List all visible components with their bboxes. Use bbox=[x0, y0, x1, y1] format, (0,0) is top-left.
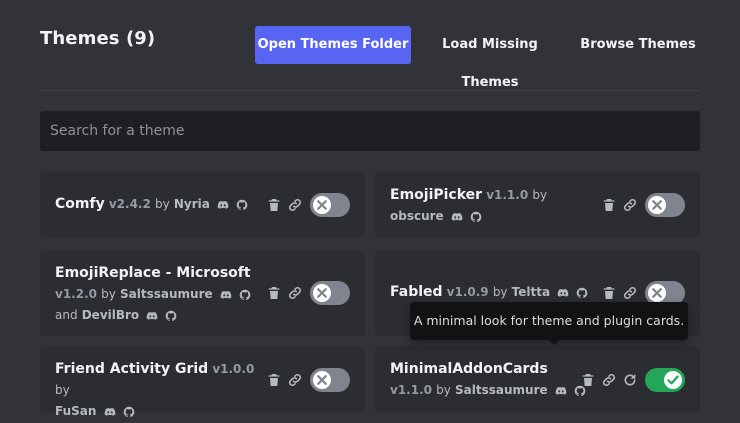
theme-name: MinimalAddonCards bbox=[390, 361, 548, 377]
check-icon bbox=[664, 371, 682, 389]
link-icon[interactable] bbox=[287, 285, 303, 301]
theme-info: Fabled v1.0.9 by Teltta bbox=[390, 282, 595, 303]
theme-card-emojireplace: EmojiReplace - Microsoft v1.2.0 by Salts… bbox=[40, 250, 365, 336]
reload-icon[interactable] bbox=[622, 372, 638, 388]
theme-controls bbox=[580, 368, 685, 392]
theme-author[interactable]: Saltssaumure bbox=[455, 383, 548, 397]
theme-author[interactable]: Saltssaumure bbox=[120, 287, 213, 301]
github-icon[interactable] bbox=[123, 406, 135, 418]
theme-info: EmojiReplace - Microsoft v1.2.0 by Salts… bbox=[55, 263, 260, 326]
theme-name: Comfy bbox=[55, 196, 105, 212]
theme-version: v1.0.0 bbox=[212, 362, 255, 376]
theme-name: EmojiReplace - Microsoft bbox=[55, 265, 251, 281]
x-icon bbox=[313, 196, 331, 214]
theme-toggle[interactable] bbox=[645, 368, 685, 392]
github-icon[interactable] bbox=[576, 287, 588, 299]
theme-version: v1.1.0 bbox=[486, 188, 529, 202]
toggle-knob bbox=[648, 196, 666, 214]
github-icon[interactable] bbox=[239, 289, 251, 301]
theme-info: Friend Activity Grid v1.0.0 by FuSan bbox=[55, 359, 260, 422]
theme-controls bbox=[266, 368, 350, 392]
x-icon bbox=[313, 284, 331, 302]
by-label: by bbox=[436, 383, 451, 397]
browse-themes-button[interactable]: Browse Themes bbox=[578, 26, 698, 64]
discord-icon[interactable] bbox=[146, 310, 158, 322]
link-icon[interactable] bbox=[622, 285, 638, 301]
toggle-knob bbox=[313, 284, 331, 302]
discord-icon[interactable] bbox=[220, 289, 232, 301]
and-label: and bbox=[55, 308, 78, 322]
tooltip-arrow bbox=[549, 340, 559, 345]
theme-version: v1.2.0 bbox=[55, 287, 97, 301]
theme-name: Fabled bbox=[390, 284, 443, 300]
theme-name: Friend Activity Grid bbox=[55, 361, 209, 377]
theme-toggle[interactable] bbox=[310, 193, 350, 217]
load-missing-themes-button[interactable]: Load Missing Themes bbox=[420, 26, 560, 90]
search-input[interactable]: Search for a theme bbox=[40, 111, 700, 151]
theme-version: v1.1.0 bbox=[390, 383, 432, 397]
theme-controls bbox=[266, 281, 350, 305]
trash-icon[interactable] bbox=[601, 285, 617, 301]
discord-icon[interactable] bbox=[217, 199, 229, 211]
tooltip: A minimal look for theme and plugin card… bbox=[410, 302, 688, 340]
theme-version: v1.0.9 bbox=[446, 285, 489, 299]
trash-icon[interactable] bbox=[266, 197, 282, 213]
theme-toggle[interactable] bbox=[310, 281, 350, 305]
theme-controls bbox=[601, 193, 685, 217]
theme-info: MinimalAddonCards v1.1.0 by Saltssaumure bbox=[390, 359, 595, 401]
theme-info: Comfy v2.4.2 by Nyria bbox=[55, 194, 260, 215]
x-icon bbox=[648, 196, 666, 214]
theme-card-friend-activity-grid: Friend Activity Grid v1.0.0 by FuSan bbox=[40, 346, 365, 418]
theme-toggle[interactable] bbox=[645, 193, 685, 217]
trash-icon[interactable] bbox=[266, 372, 282, 388]
by-label: by bbox=[532, 188, 548, 202]
by-label: by bbox=[101, 287, 116, 301]
theme-author[interactable]: FuSan bbox=[55, 404, 96, 418]
theme-name: EmojiPicker bbox=[390, 187, 483, 203]
theme-toggle[interactable] bbox=[310, 368, 350, 392]
header-divider bbox=[40, 90, 700, 91]
theme-author-2[interactable]: DevilBro bbox=[82, 308, 139, 322]
page-title: Themes (9) bbox=[40, 28, 156, 49]
theme-version: v2.4.2 bbox=[108, 197, 151, 211]
by-label: by bbox=[492, 285, 508, 299]
page-header: Themes (9) Open Themes Folder Load Missi… bbox=[40, 26, 700, 90]
trash-icon[interactable] bbox=[266, 285, 282, 301]
x-icon bbox=[313, 371, 331, 389]
theme-controls bbox=[266, 193, 350, 217]
by-label: by bbox=[55, 383, 70, 397]
theme-author[interactable]: Nyria bbox=[174, 197, 210, 211]
theme-author[interactable]: Teltta bbox=[512, 285, 550, 299]
trash-icon[interactable] bbox=[580, 372, 596, 388]
discord-icon[interactable] bbox=[555, 385, 567, 397]
trash-icon[interactable] bbox=[601, 197, 617, 213]
toggle-knob bbox=[313, 196, 331, 214]
toggle-knob bbox=[648, 284, 666, 302]
theme-card-emojipicker: EmojiPicker v1.1.0 by obscure bbox=[375, 171, 700, 238]
theme-card-minimaladdoncards: MinimalAddonCards v1.1.0 by Saltssaumure bbox=[375, 346, 700, 413]
toggle-knob bbox=[664, 371, 682, 389]
link-icon[interactable] bbox=[622, 197, 638, 213]
link-icon[interactable] bbox=[287, 372, 303, 388]
github-icon[interactable] bbox=[165, 310, 177, 322]
github-icon[interactable] bbox=[236, 199, 248, 211]
link-icon[interactable] bbox=[601, 372, 617, 388]
toggle-knob bbox=[313, 371, 331, 389]
theme-info: EmojiPicker v1.1.0 by obscure bbox=[390, 185, 595, 227]
theme-author[interactable]: obscure bbox=[390, 209, 444, 223]
x-icon bbox=[648, 284, 666, 302]
discord-icon[interactable] bbox=[451, 211, 463, 223]
by-label: by bbox=[154, 197, 170, 211]
theme-card-comfy: Comfy v2.4.2 by Nyria bbox=[40, 171, 365, 238]
discord-icon[interactable] bbox=[104, 406, 116, 418]
discord-icon[interactable] bbox=[557, 287, 569, 299]
link-icon[interactable] bbox=[287, 197, 303, 213]
github-icon[interactable] bbox=[470, 211, 482, 223]
open-themes-folder-button[interactable]: Open Themes Folder bbox=[255, 26, 411, 64]
